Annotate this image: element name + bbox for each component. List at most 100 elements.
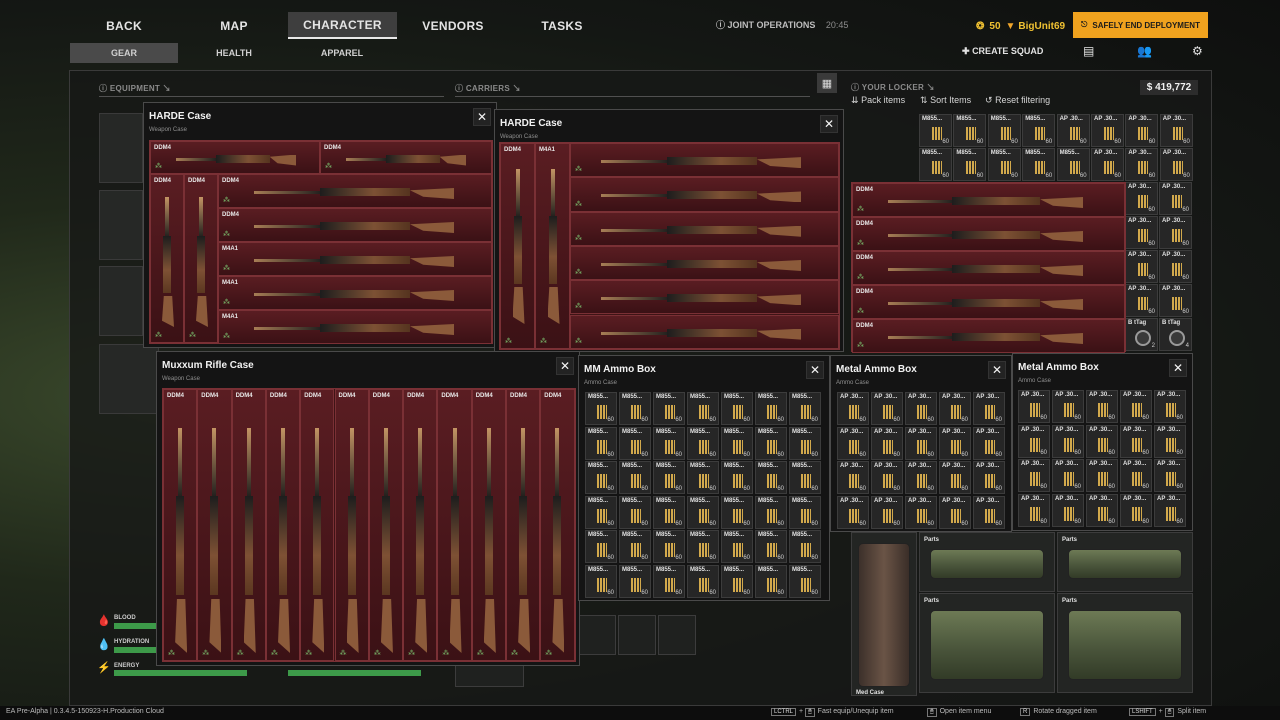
weapon-item[interactable]: DDM4 ⁂ [320, 141, 492, 174]
ammo-item[interactable]: AP .30... 60 [1018, 493, 1050, 527]
ammo-item[interactable]: AP .30... 60 [939, 392, 971, 425]
ammo-item[interactable]: M855... 60 [619, 564, 651, 598]
ammo-item[interactable]: M855... 60 [919, 148, 952, 181]
ammo-item[interactable]: M855... 60 [789, 495, 821, 529]
ammo-item[interactable]: M855... 60 [755, 426, 787, 460]
weapon-item[interactable]: ⁂ [570, 245, 839, 281]
tab-map[interactable]: MAP [180, 12, 288, 39]
tab-back[interactable]: BACK [70, 12, 178, 39]
crate-item[interactable]: Parts [919, 593, 1055, 693]
ammo-item[interactable]: M855... 60 [653, 564, 685, 598]
carrier-slot[interactable] [618, 615, 656, 655]
weapon-item[interactable]: DDM4 ⁂ [506, 389, 541, 661]
ammo-item[interactable]: AP .30... 60 [1086, 390, 1118, 423]
ammo-item[interactable]: AP .30... 60 [1159, 148, 1193, 181]
close-icon[interactable]: ✕ [473, 108, 491, 126]
ammo-item[interactable]: AP .30... 60 [905, 426, 937, 460]
ammo-item[interactable]: M855... 60 [619, 426, 651, 460]
ammo-item[interactable]: M855... 60 [585, 461, 617, 494]
ammo-item[interactable]: M855... 60 [687, 564, 719, 598]
ammo-item[interactable]: M855... 60 [585, 564, 617, 598]
ammo-item[interactable]: M855... 60 [619, 530, 651, 563]
subtab-apparel[interactable]: APPAREL [288, 43, 396, 63]
safely-end-deployment-button[interactable]: ⎋ SAFELY END DEPLOYMENT [1073, 12, 1208, 38]
weapon-item[interactable]: DDM4 ⁂ [852, 285, 1125, 319]
tab-tasks[interactable]: TASKS [508, 12, 616, 39]
ammo-item[interactable]: AP .30... 60 [1125, 284, 1158, 317]
ammo-item[interactable]: M855... 60 [755, 495, 787, 529]
ammo-item[interactable]: AP .30... 60 [1120, 424, 1152, 458]
ammo-item[interactable]: M855... 60 [721, 495, 753, 529]
ammo-item[interactable]: M855... 60 [755, 530, 787, 563]
mm-ammo-box-window[interactable]: MM Ammo Box Ammo Case ✕ M855... 60 M855...… [578, 355, 830, 601]
ammo-item[interactable]: AP .30... 60 [871, 392, 903, 425]
weapon-item[interactable]: DDM4 ⁂ [403, 389, 438, 661]
weapon-item[interactable]: DDM4 ⁂ [500, 143, 535, 349]
carrier-slot[interactable] [578, 615, 616, 655]
reset-filtering-button[interactable]: ↺ Reset filtering [985, 95, 1050, 106]
ammo-item[interactable]: AP .30... 60 [871, 461, 903, 494]
ammo-item[interactable]: M855... 60 [585, 530, 617, 563]
ammo-item[interactable]: AP .30... 60 [1120, 390, 1152, 423]
ammo-item[interactable]: AP .30... 60 [1125, 148, 1159, 181]
ammo-item[interactable]: M855... 60 [987, 148, 1021, 181]
ammo-item[interactable]: AP .30... 60 [1018, 390, 1050, 423]
tab-vendors[interactable]: VENDORS [399, 12, 507, 39]
equipment-slot-secondary[interactable] [99, 344, 159, 414]
ammo-item[interactable]: M855... 60 [721, 564, 753, 598]
ammo-item[interactable]: M855... 60 [653, 530, 685, 563]
equipment-slot-primary[interactable] [99, 190, 143, 260]
ammo-item[interactable]: AP .30... 60 [1052, 424, 1084, 458]
ammo-item[interactable]: AP .30... 60 [1091, 114, 1124, 147]
close-icon[interactable]: ✕ [988, 361, 1006, 379]
weapon-item[interactable]: DDM4 ⁂ [540, 389, 575, 661]
weapon-item[interactable]: DDM4 ⁂ [231, 389, 266, 661]
ammo-item[interactable]: M855... 60 [1022, 148, 1056, 181]
ammo-item[interactable]: M855... 60 [953, 148, 987, 181]
weapon-item[interactable]: DDM4 ⁂ [265, 389, 301, 661]
ammo-item[interactable]: AP .30... 60 [1052, 390, 1084, 423]
subtab-health[interactable]: HEALTH [180, 43, 288, 63]
user-profile[interactable]: ❂ 50 ▼ BigUnit69 [976, 16, 1065, 36]
ammo-item[interactable]: AP .30... 60 [1091, 148, 1124, 181]
ammo-item[interactable]: AP .30... 60 [837, 392, 869, 425]
weapon-item[interactable]: M4A1 ⁂ [218, 242, 492, 276]
ammo-item[interactable]: AP .30... 60 [1056, 114, 1090, 147]
crate-item[interactable]: Med Case [851, 532, 917, 696]
weapon-item[interactable]: DDM4 ⁂ [368, 389, 404, 661]
ammo-item[interactable]: AP .30... 60 [973, 426, 1005, 460]
sort-items-button[interactable]: ⇅ Sort Items [920, 95, 971, 106]
ammo-item[interactable]: M855... 60 [755, 461, 787, 494]
ammo-item[interactable]: AP .30... 60 [1154, 424, 1186, 458]
ammo-item[interactable]: AP .30... 60 [973, 461, 1005, 494]
weapon-item[interactable]: M4A1 ⁂ [218, 276, 492, 310]
weapon-item[interactable]: ⁂ [570, 314, 839, 349]
weapon-item[interactable]: ⁂ [570, 143, 839, 178]
ammo-item[interactable]: AP .30... 60 [1154, 459, 1186, 492]
ammo-item[interactable]: AP .30... 60 [1125, 114, 1159, 147]
weapon-item[interactable]: DDM4 ⁂ [218, 174, 492, 208]
weapon-item[interactable]: M4A1 ⁂ [535, 143, 570, 349]
ammo-item[interactable]: M855... 60 [687, 392, 719, 425]
weapon-item[interactable]: M4A1 ⁂ [218, 310, 492, 344]
ammo-item[interactable]: M855... 60 [721, 461, 753, 494]
close-icon[interactable]: ✕ [556, 357, 574, 375]
equipment-slot-face[interactable] [99, 266, 143, 336]
ammo-item[interactable]: M855... 60 [755, 564, 787, 598]
close-icon[interactable]: ✕ [820, 115, 838, 133]
ammo-item[interactable]: M855... 60 [1056, 148, 1090, 181]
ammo-item[interactable]: M855... 60 [755, 392, 787, 425]
ammo-item[interactable]: AP .30... 60 [1154, 390, 1186, 423]
ammo-item[interactable]: M855... 60 [585, 426, 617, 460]
weapon-item[interactable]: DDM4 ⁂ [163, 389, 198, 661]
equipment-slot-headwear[interactable] [99, 113, 143, 183]
ammo-item[interactable]: M855... 60 [1022, 114, 1056, 147]
carrier-slot[interactable] [658, 615, 696, 655]
ammo-item[interactable]: M855... 60 [585, 392, 617, 425]
weapon-item[interactable]: DDM4 ⁂ [852, 319, 1125, 353]
ammo-item[interactable]: AP .30... 60 [939, 426, 971, 460]
ammo-item[interactable]: AP .30... 60 [1120, 459, 1152, 492]
ammo-item[interactable]: M855... 60 [619, 461, 651, 494]
rifle-case-window[interactable]: Muxxum Rifle Case Weapon Case ✕ DDM4 ⁂ DDM… [156, 351, 580, 666]
ammo-item[interactable]: AP .30... 60 [837, 426, 869, 460]
